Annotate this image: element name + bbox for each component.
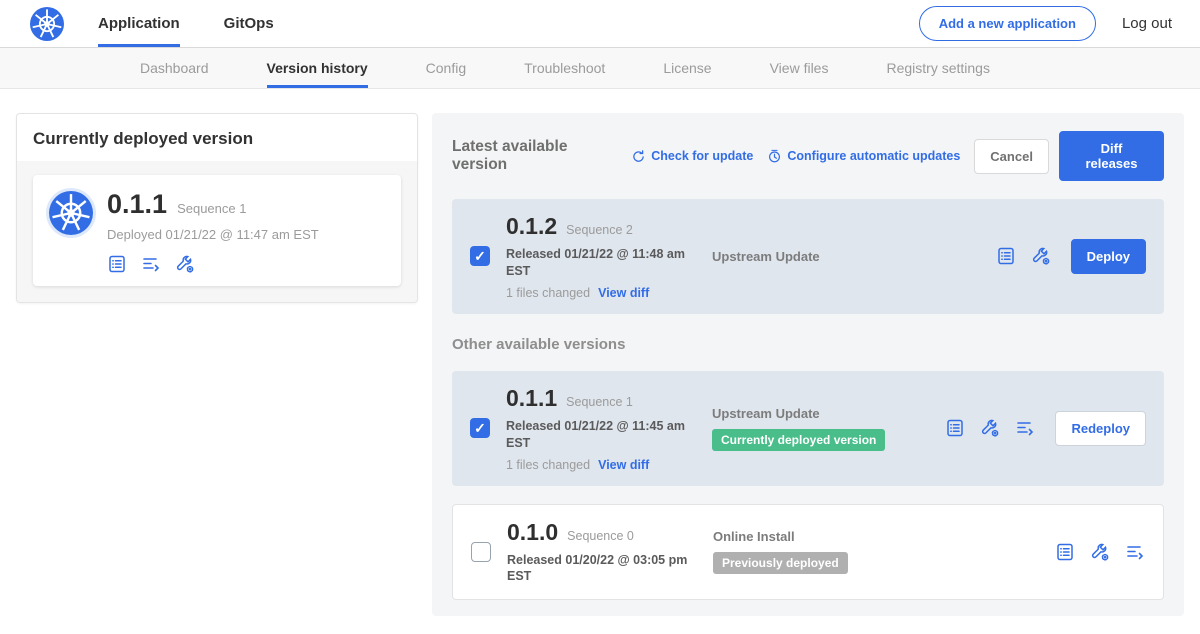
currently-deployed-badge: Currently deployed version: [712, 429, 885, 451]
deployed-version-card: 0.1.1 Sequence 1 Deployed 01/21/22 @ 11:…: [33, 175, 401, 286]
version-info: 0.1.0 Sequence 0 Released 01/20/22 @ 03:…: [507, 519, 705, 586]
tab-gitops-label: GitOps: [224, 15, 274, 32]
refresh-icon: [631, 149, 646, 164]
clock-refresh-icon: [767, 149, 782, 164]
main-content: Currently deployed version 0.1.1 Sequenc…: [0, 89, 1200, 634]
deployed-card-title: Currently deployed version: [17, 114, 417, 161]
sequence-label: Sequence 1: [566, 395, 633, 409]
configure-auto-updates-label: Configure automatic updates: [787, 149, 960, 163]
release-notes-icon[interactable]: [996, 246, 1016, 266]
tab-application[interactable]: Application: [98, 0, 180, 47]
row-actions: Deploy: [996, 239, 1146, 274]
tab-gitops[interactable]: GitOps: [224, 0, 274, 47]
top-right-actions: Add a new application Log out: [919, 0, 1172, 47]
deployed-card-body: 0.1.1 Sequence 1 Deployed 01/21/22 @ 11:…: [17, 161, 417, 302]
config-wrench-icon[interactable]: [1031, 246, 1051, 266]
source-label: Upstream Update: [712, 406, 945, 421]
version-row: ✓ 0.1.2 Sequence 2 Released 01/21/22 @ 1…: [452, 199, 1164, 314]
kubernetes-app-icon: [49, 191, 93, 235]
subnav-tab-license[interactable]: License: [663, 48, 711, 88]
diff-releases-button[interactable]: Diff releases: [1059, 131, 1164, 181]
cancel-button[interactable]: Cancel: [974, 139, 1049, 174]
subnav-tab-view-files[interactable]: View files: [770, 48, 829, 88]
deployed-version-info: 0.1.1 Sequence 1 Deployed 01/21/22 @ 11:…: [107, 189, 319, 274]
config-wrench-icon[interactable]: [175, 254, 195, 274]
release-notes-icon[interactable]: [107, 254, 127, 274]
tab-application-label: Application: [98, 15, 180, 32]
released-timestamp: Released 01/21/22 @ 11:48 am EST: [506, 246, 694, 280]
sequence-label: Sequence 0: [567, 529, 634, 543]
other-versions-title: Other available versions: [452, 336, 1164, 353]
diff-icon[interactable]: [141, 254, 161, 274]
version-info: 0.1.2 Sequence 2 Released 01/21/22 @ 11:…: [506, 213, 704, 300]
top-tabs: Application GitOps: [98, 0, 274, 47]
view-diff-link[interactable]: View diff: [598, 286, 649, 300]
configure-auto-updates-link[interactable]: Configure automatic updates: [767, 149, 960, 164]
version-checkbox[interactable]: [471, 542, 491, 562]
subnav-tab-dashboard[interactable]: Dashboard: [140, 48, 209, 88]
released-timestamp: Released 01/21/22 @ 11:45 am EST: [506, 418, 694, 452]
version-number: 0.1.1: [506, 385, 557, 412]
released-timestamp: Released 01/20/22 @ 03:05 pm EST: [507, 552, 695, 586]
subnav-tab-config[interactable]: Config: [426, 48, 466, 88]
diff-icon[interactable]: [1125, 542, 1145, 562]
version-history-panel: Latest available version Check for updat…: [432, 113, 1184, 616]
deployed-version-number: 0.1.1: [107, 189, 167, 220]
row-actions: Redeploy: [945, 411, 1146, 446]
app-logo[interactable]: [30, 0, 64, 47]
subnav-tab-troubleshoot[interactable]: Troubleshoot: [524, 48, 605, 88]
deployed-timestamp: Deployed 01/21/22 @ 11:47 am EST: [107, 227, 319, 242]
source-label: Online Install: [713, 529, 1055, 544]
files-changed-label: 1 files changed: [506, 286, 590, 300]
version-number: 0.1.2: [506, 213, 557, 240]
files-changed-label: 1 files changed: [506, 458, 590, 472]
subnav-tab-version-history[interactable]: Version history: [267, 48, 368, 88]
currently-deployed-card: Currently deployed version 0.1.1 Sequenc…: [16, 113, 418, 303]
redeploy-button[interactable]: Redeploy: [1055, 411, 1146, 446]
version-source: Upstream Update: [712, 249, 996, 264]
release-notes-icon[interactable]: [1055, 542, 1075, 562]
add-application-button[interactable]: Add a new application: [919, 6, 1096, 41]
logout-link[interactable]: Log out: [1122, 15, 1172, 32]
top-navbar: Application GitOps Add a new application…: [0, 0, 1200, 48]
release-notes-icon[interactable]: [945, 418, 965, 438]
version-checkbox[interactable]: ✓: [470, 418, 490, 438]
secondary-nav: Dashboard Version history Config Trouble…: [0, 48, 1200, 89]
version-info: 0.1.1 Sequence 1 Released 01/21/22 @ 11:…: [506, 385, 704, 472]
check-for-update-link[interactable]: Check for update: [631, 149, 753, 164]
diff-icon[interactable]: [1015, 418, 1035, 438]
source-label: Upstream Update: [712, 249, 996, 264]
panel-header: Latest available version Check for updat…: [452, 131, 1164, 181]
subnav-tab-registry-settings[interactable]: Registry settings: [886, 48, 989, 88]
view-diff-link[interactable]: View diff: [598, 458, 649, 472]
version-number: 0.1.0: [507, 519, 558, 546]
latest-version-title: Latest available version: [452, 138, 617, 174]
config-wrench-icon[interactable]: [1090, 542, 1110, 562]
check-for-update-label: Check for update: [651, 149, 753, 163]
sequence-label: Sequence 2: [566, 223, 633, 237]
version-row: ✓ 0.1.1 Sequence 1 Released 01/21/22 @ 1…: [452, 371, 1164, 486]
kubernetes-logo-icon: [30, 7, 64, 41]
config-wrench-icon[interactable]: [980, 418, 1000, 438]
version-row: 0.1.0 Sequence 0 Released 01/20/22 @ 03:…: [452, 504, 1164, 601]
previously-deployed-badge: Previously deployed: [713, 552, 848, 574]
version-source: Upstream Update Currently deployed versi…: [712, 406, 945, 451]
row-actions: [1055, 542, 1145, 562]
version-source: Online Install Previously deployed: [713, 529, 1055, 574]
deploy-button[interactable]: Deploy: [1071, 239, 1146, 274]
deployed-sequence-label: Sequence 1: [177, 201, 246, 216]
version-checkbox[interactable]: ✓: [470, 246, 490, 266]
